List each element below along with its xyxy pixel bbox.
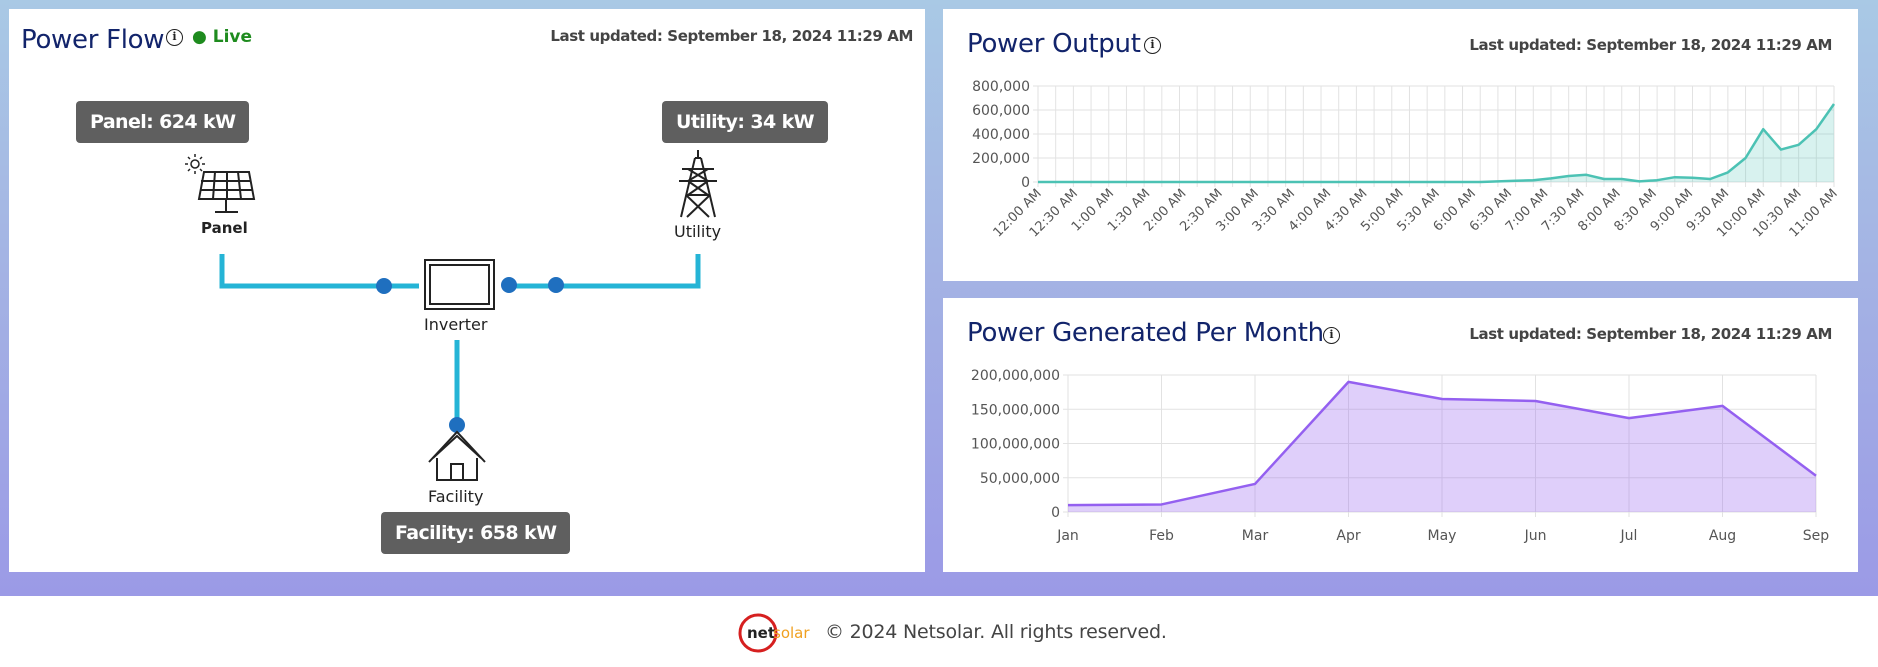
logo-solar: solar <box>773 624 810 642</box>
flow-dot <box>548 277 564 293</box>
y-tick-label: 200,000,000 <box>971 368 1060 384</box>
x-tick-label: Jan <box>1056 528 1079 544</box>
netsolar-logo[interactable]: net solar <box>737 612 821 654</box>
y-tick-label: 400,000 <box>972 127 1030 143</box>
y-tick-label: 200,000 <box>972 151 1030 167</box>
facility-label: Facility <box>428 487 484 506</box>
power-output-chart: 800,000600,000400,000200,000012:00 AM12:… <box>972 79 1841 240</box>
y-tick-label: 0 <box>1021 175 1030 191</box>
series-line <box>1038 103 1836 184</box>
x-tick-label: Feb <box>1149 528 1174 544</box>
y-tick-label: 100,000,000 <box>971 437 1060 453</box>
series-area <box>1038 104 1834 182</box>
copyright-text: © 2024 Netsolar. All rights reserved. <box>825 621 1167 643</box>
footer: net solar © 2024 Netsolar. All rights re… <box>0 596 1878 667</box>
y-tick-label: 0 <box>1051 505 1060 521</box>
x-tick-label: Jun <box>1524 528 1547 544</box>
series-area <box>1068 381 1816 512</box>
x-tick-label: Jul <box>1620 528 1638 544</box>
facility-house-icon <box>428 430 486 481</box>
flow-dot <box>376 278 392 294</box>
y-tick-label: 50,000,000 <box>980 471 1060 487</box>
utility-label: Utility <box>674 222 722 241</box>
inverter-label: Inverter <box>424 315 488 334</box>
utility-tower-icon <box>679 150 717 218</box>
sun-icon <box>185 154 205 174</box>
logo-net: net <box>747 624 775 642</box>
x-tick-label: Aug <box>1709 528 1736 544</box>
data-points <box>1037 103 1835 183</box>
power-month-chart: 200,000,000 150,000,000 100,000,000 50,000,… <box>971 368 1830 544</box>
y-tick-label: 600,000 <box>972 103 1030 119</box>
y-tick-label: 800,000 <box>972 79 1030 95</box>
utility-tooltip: Utility: 34 kW <box>662 101 828 143</box>
x-tick-label: Sep <box>1803 528 1830 544</box>
power-output-card: Power Output i Last updated: September 1… <box>943 9 1858 281</box>
solar-panel-icon <box>197 171 256 213</box>
x-tick-label: May <box>1428 528 1457 544</box>
flow-lines <box>219 254 701 429</box>
gridlines <box>1033 85 1835 187</box>
facility-tooltip: Facility: 658 kW <box>381 512 571 554</box>
panel-label: Panel <box>201 219 248 237</box>
power-month-card: Power Generated Per Month i Last updated… <box>943 298 1858 572</box>
y-tick-label: 150,000,000 <box>971 402 1060 418</box>
flow-dot <box>501 277 517 293</box>
inverter-icon <box>424 259 495 310</box>
x-tick-label: Apr <box>1336 528 1360 544</box>
utility-line <box>507 254 701 289</box>
power-flow-card: Power Flow i ● Live Last updated: Septem… <box>9 9 925 572</box>
panel-tooltip: Panel: 624 kW <box>76 101 250 143</box>
x-tick-label: Mar <box>1242 528 1269 544</box>
